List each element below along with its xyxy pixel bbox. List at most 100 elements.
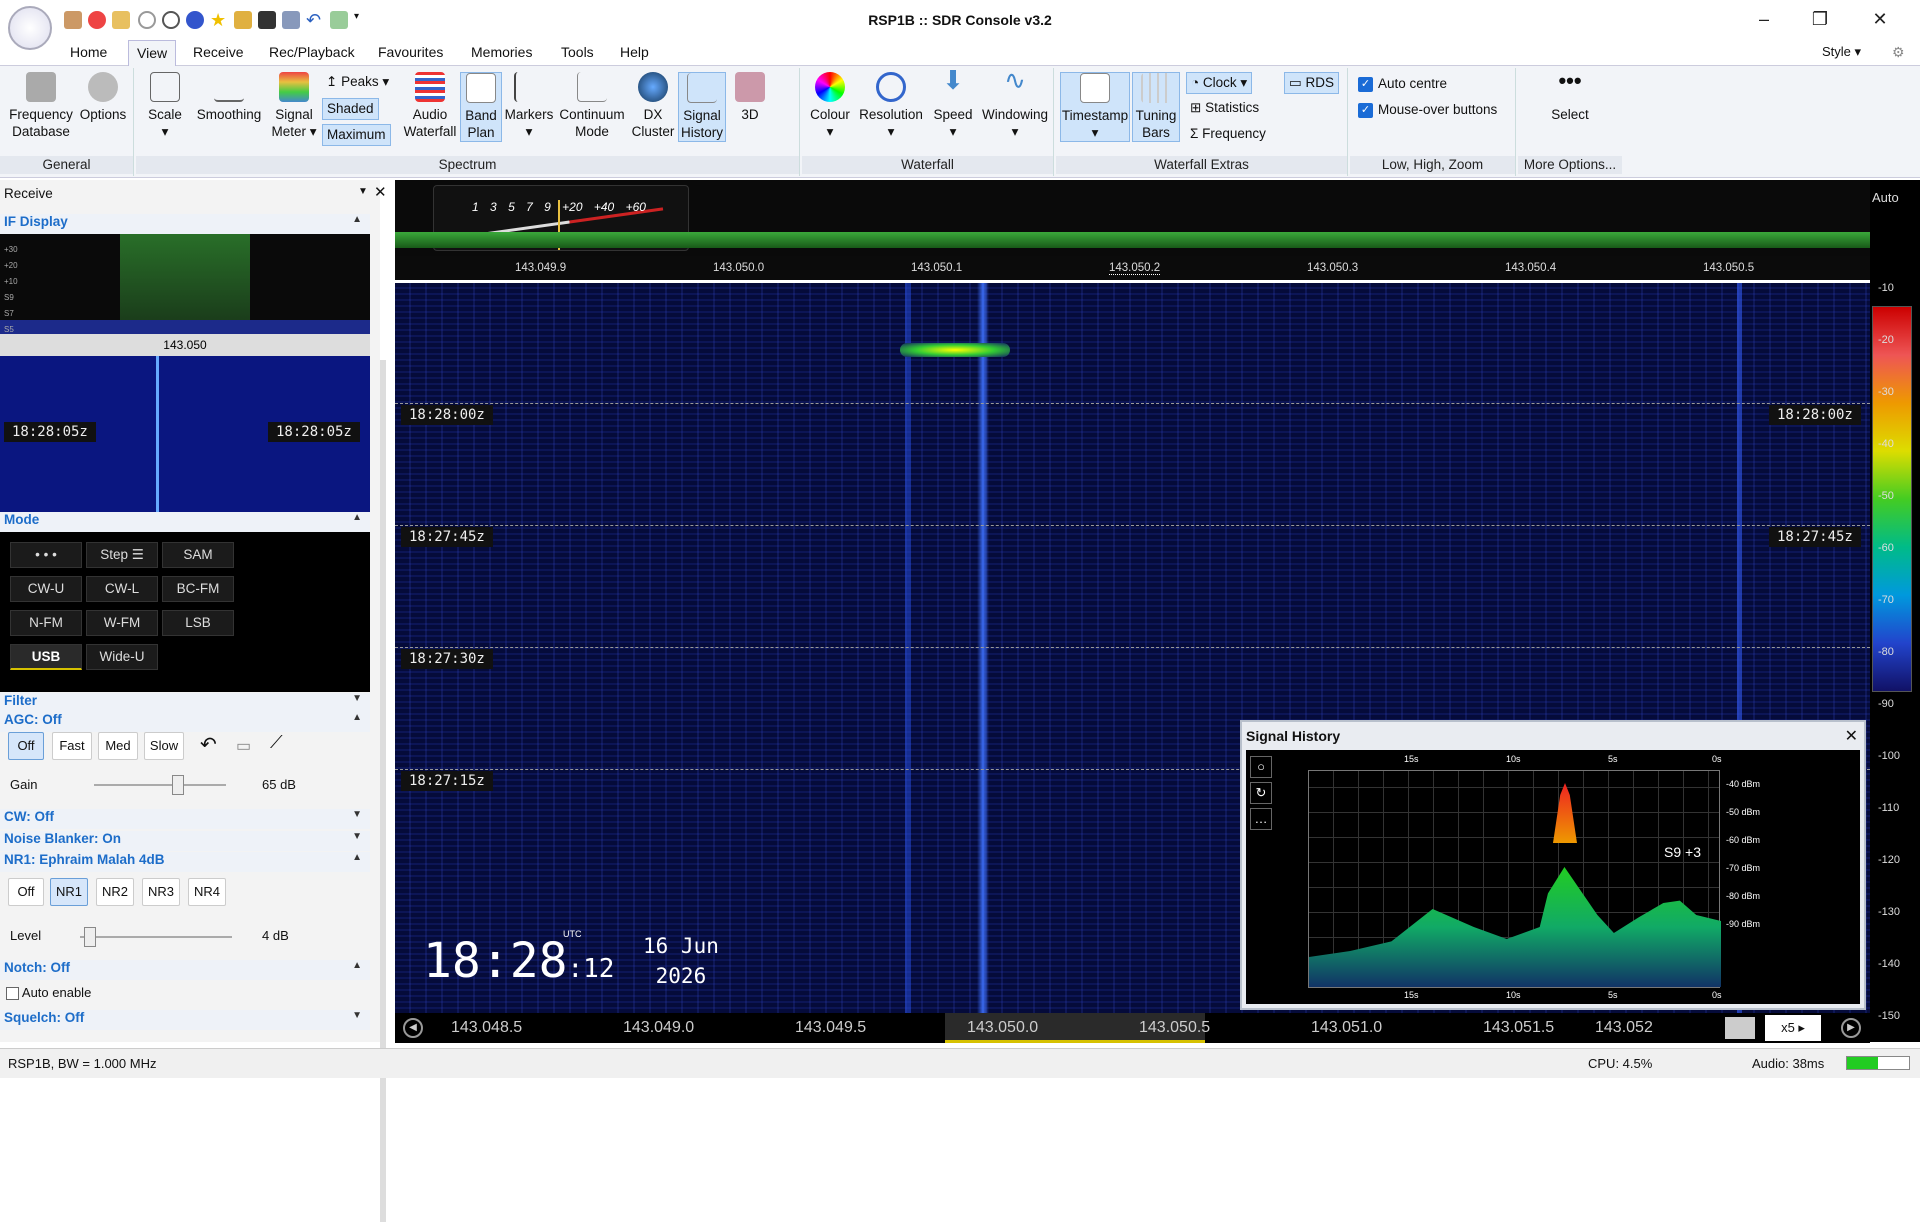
auto-centre-checkbox[interactable]: ✓ Auto centre (1354, 74, 1451, 96)
mode-lsb[interactable]: LSB (162, 610, 234, 636)
minimize-button[interactable]: – (1744, 6, 1784, 32)
more-icon: ••• (1558, 68, 1582, 93)
close-icon[interactable]: ✕ (1845, 726, 1858, 746)
chart-icon[interactable]: ⟋ (270, 732, 283, 753)
record-icon[interactable]: ○ (1250, 756, 1272, 778)
if-display[interactable]: +30 +20 +10 S9 S7 S5 143.050 18:28:05z 18:28:… (0, 234, 370, 536)
shaded-button[interactable]: Shaded (322, 98, 379, 120)
level-slider[interactable] (80, 927, 232, 947)
nr-off-button[interactable]: Off (8, 878, 44, 906)
mode-header[interactable]: Mode ▲ (0, 512, 370, 532)
squelch-header[interactable]: Squelch: Off ▼ (0, 1010, 370, 1030)
agc-slow-button[interactable]: Slow (144, 732, 184, 760)
mode-usb[interactable]: USB (10, 644, 82, 670)
step-button[interactable]: Step ☰ (86, 542, 158, 568)
mouse-over-checkbox[interactable]: ✓ Mouse-over buttons (1354, 100, 1501, 122)
close-button[interactable]: ✕ (1860, 6, 1900, 32)
panel-scrollbar[interactable] (380, 360, 386, 1222)
dx-cluster-button[interactable]: DX Cluster (630, 72, 676, 140)
app-menu-button[interactable] (8, 6, 52, 50)
receive-panel: Receive ▼ ✕ IF Display ▲ +30 +20 +10 S9 S7 S5 … (0, 180, 387, 1222)
nr-header[interactable]: NR1: Ephraim Malah 4dB ▲ (0, 852, 370, 872)
db-scale[interactable]: Auto -10 -20 -30 -40 -50 -60 -70 -80 -90… (1870, 180, 1920, 1042)
maximize-button[interactable]: ❐ (1800, 6, 1840, 32)
scale-button[interactable]: Scale ▾ (140, 72, 190, 140)
nr2-button[interactable]: NR2 (96, 878, 134, 906)
agc-med-button[interactable]: Med (98, 732, 138, 760)
mode-cw-l[interactable]: CW-L (86, 576, 158, 602)
options-button[interactable]: Options (76, 72, 130, 123)
agc-fast-button[interactable]: Fast (52, 732, 92, 760)
menu-receive[interactable]: Receive (193, 44, 244, 60)
gain-slider[interactable] (94, 775, 226, 795)
cw-header[interactable]: CW: Off ▼ (0, 809, 370, 829)
signal-history-window[interactable]: Signal History ✕ ○ ↻ … S9 +3 -40 dBm -50 … (1240, 720, 1866, 1010)
mode-n-fm[interactable]: N-FM (10, 610, 82, 636)
mode-sam[interactable]: SAM (162, 542, 234, 568)
nr4-button[interactable]: NR4 (188, 878, 226, 906)
smoothing-button[interactable]: Smoothing (192, 72, 266, 123)
refresh-icon[interactable]: ↻ (1250, 782, 1272, 804)
maximum-button[interactable]: Maximum (322, 124, 391, 146)
menu-home[interactable]: Home (70, 44, 107, 60)
timestamp-button[interactable]: Timestamp ▾ (1060, 72, 1130, 142)
gear-icon[interactable]: ⚙ (1892, 44, 1905, 61)
signal-history-button[interactable]: Signal History (678, 72, 726, 142)
scroll-left-icon[interactable]: ◀ (403, 1018, 423, 1038)
mode-bc-fm[interactable]: BC-FM (162, 576, 234, 602)
nr3-button[interactable]: NR3 (142, 878, 180, 906)
menu-view[interactable]: View (128, 40, 177, 66)
frequency-bar[interactable]: ◀ 143.048.5 143.049.0 143.049.5 143.050.… (395, 1013, 1870, 1043)
agc-header[interactable]: AGC: Off ▲ (0, 712, 370, 732)
zoom-selector[interactable]: x5 ▸ (1765, 1015, 1821, 1041)
mode-w-fm[interactable]: W-FM (86, 610, 158, 636)
speed-button[interactable]: ⬇ Speed ▾ (928, 67, 978, 140)
gain-thumb[interactable] (172, 775, 184, 795)
3d-label: 3D (741, 107, 759, 122)
auto-enable-checkbox[interactable]: Auto enable (6, 985, 91, 1001)
colour-button[interactable]: Colour ▾ (806, 72, 854, 140)
menu-memories[interactable]: Memories (471, 44, 532, 60)
agc-off-button[interactable]: Off (8, 732, 44, 760)
menu-tools[interactable]: Tools (561, 44, 594, 60)
rds-button[interactable]: ▭ RDS (1284, 72, 1340, 94)
keyboard-icon[interactable] (1725, 1017, 1755, 1039)
resolution-button[interactable]: Resolution ▾ (856, 72, 926, 140)
markers-button[interactable]: Markers ▾ (504, 72, 554, 140)
clock-button[interactable]: ◔ Clock ▾ (1186, 72, 1253, 94)
if-display-header[interactable]: IF Display ▲ (0, 214, 370, 234)
mode-more-button[interactable]: • • • (10, 542, 82, 568)
more-icon[interactable]: … (1250, 808, 1272, 830)
time-line (395, 647, 1870, 648)
tuning-bars-button[interactable]: Tuning Bars (1132, 72, 1180, 142)
menu-favourites[interactable]: Favourites (378, 44, 443, 60)
mode-cw-u[interactable]: CW-U (10, 576, 82, 602)
continuum-button[interactable]: Continuum Mode (556, 72, 628, 140)
3d-button[interactable]: 3D (730, 72, 770, 123)
x-label: 15s (1404, 754, 1419, 764)
band-plan-button[interactable]: Band Plan (460, 72, 502, 142)
menu-rec-playback[interactable]: Rec/Playback (269, 44, 355, 60)
noise-blanker-header[interactable]: Noise Blanker: On ▼ (0, 831, 370, 851)
frequency-button[interactable]: Σ Frequency (1186, 124, 1270, 146)
folder-icon[interactable]: ▭ (236, 736, 251, 756)
statistics-button[interactable]: ⊞ Statistics (1186, 98, 1263, 120)
panel-dropdown-icon[interactable]: ▼ (358, 186, 368, 197)
mode-wide-u[interactable]: Wide-U (86, 644, 158, 670)
signal-meter-button[interactable]: Signal Meter ▾ (266, 72, 322, 140)
notch-header[interactable]: Notch: Off ▲ (0, 960, 370, 980)
menu-help[interactable]: Help (620, 44, 649, 60)
nr1-button[interactable]: NR1 (50, 878, 88, 906)
level-thumb[interactable] (84, 927, 96, 947)
select-button[interactable]: ••• Select (1538, 68, 1602, 123)
undo-icon[interactable]: ↶ (200, 732, 217, 757)
audio-waterfall-button[interactable]: Audio Waterfall (402, 72, 458, 140)
style-menu[interactable]: Style ▾ (1822, 44, 1861, 60)
filter-header[interactable]: Filter ▼ (0, 693, 370, 713)
spectrum-display[interactable]: 1 3 5 7 9 +20 +40 +60 143.049.9 143.050.… (395, 180, 1870, 280)
windowing-button[interactable]: ∿ Windowing ▾ (978, 67, 1052, 140)
scroll-right-icon[interactable]: ▶ (1841, 1018, 1861, 1038)
peaks-button[interactable]: ↥ Peaks ▾ (322, 72, 393, 94)
panel-close-icon[interactable]: ✕ (374, 183, 387, 201)
frequency-database-button[interactable]: Frequency Database (6, 72, 76, 140)
